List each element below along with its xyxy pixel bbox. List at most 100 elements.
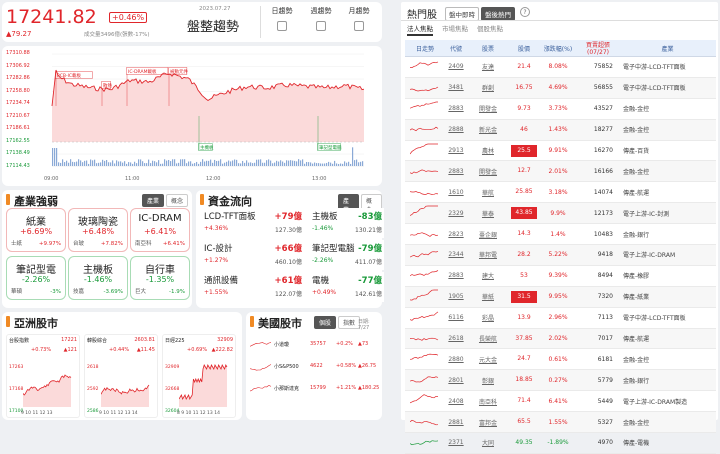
stock-industry: 金融-金控	[619, 160, 716, 183]
monthly-trend-button[interactable]: 月趨勢	[345, 6, 373, 31]
industry-tab[interactable]: 產業	[142, 194, 165, 207]
stock-code[interactable]: 1905	[445, 286, 467, 308]
fund-flow-item[interactable]: IC-設計 +66億 +1.27% 460.10億	[200, 240, 304, 270]
fund-pct: +1.27%	[204, 257, 229, 264]
table-row[interactable]: 2329 華泰 43.85 9.9% 12173 電子上游-IC-封測	[405, 202, 716, 225]
stock-code[interactable]: 2883	[445, 160, 467, 183]
industry-card[interactable]: IC-DRAM +6.41% 南亞科 +6.41%	[130, 208, 190, 252]
asia-market-chart[interactable]: 台股指數 17221 +0.73% ▲121 17263 17168 17100 9 10 1…	[6, 334, 80, 418]
asia-market-chart[interactable]: 韓股綜合 2603.81 +0.44% ▲11.45 2618 2592 2586 9 10 …	[84, 334, 158, 418]
us-market-row[interactable]: 小那斯達克 15799 +1.21% ▲180.25	[250, 380, 379, 398]
stock-name[interactable]: 彩晶	[467, 307, 509, 329]
stock-name[interactable]: 南亞科	[467, 390, 509, 413]
stock-code[interactable]: 2344	[445, 244, 467, 266]
price-cell: 28.2	[509, 244, 539, 266]
stock-code[interactable]: 2409	[445, 56, 467, 78]
stock-code[interactable]: 2883	[445, 265, 467, 287]
intraday-tab[interactable]: 盤中即時	[445, 7, 479, 21]
stock-code[interactable]: 1610	[445, 181, 467, 204]
stock-code[interactable]: 2888	[445, 119, 467, 141]
col-daily-trend[interactable]: 日走勢	[405, 40, 445, 57]
fund-flow-item[interactable]: LCD-TFT面板 +79億 +4.36% 127.30億	[200, 208, 304, 238]
table-row[interactable]: 2913 農林 25.5 9.91% 16270 傳產-百貨	[405, 140, 716, 162]
table-row[interactable]: 2823 臺企銀 14.3 1.4% 10483 金融-銀行	[405, 223, 716, 246]
table-row[interactable]: 2880 元大金 24.7 0.61% 6181 金融-金控	[405, 348, 716, 371]
table-row[interactable]: 2883 建大 53 9.39% 8494 傳產-橡膠	[405, 265, 716, 287]
stock-code[interactable]: 2883	[445, 98, 467, 120]
stock-code[interactable]: 2880	[445, 348, 467, 371]
stock-code[interactable]: 2801	[445, 369, 467, 392]
fund-flow-item[interactable]: 電機 -77億 +0.49% 142.61億	[308, 272, 384, 302]
stock-name[interactable]: 長榮航	[467, 328, 509, 350]
stock-name[interactable]: 開發金	[467, 160, 509, 183]
table-row[interactable]: 1610 華航 25.85 3.18% 14074 傳產-航運	[405, 181, 716, 204]
us-market-row[interactable]: 小S&P500 4622 +0.58% ▲26.75	[250, 358, 378, 376]
stock-tab[interactable]: 個股	[314, 316, 337, 329]
table-row[interactable]: 2883 開發金 12.7 2.01% 16166 金融-金控	[405, 160, 716, 183]
stock-name[interactable]: 建大	[467, 265, 509, 287]
industry-card[interactable]: 自行車 -1.35% 巨大 -1.9%	[130, 256, 190, 300]
institutional-focus-tab[interactable]: 法人焦點	[407, 23, 433, 36]
us-market-row[interactable]: 小道瓊 35757 +0.2% ▲73	[250, 336, 378, 354]
help-icon[interactable]: ?	[520, 7, 530, 17]
stock-code[interactable]: 2408	[445, 390, 467, 413]
table-row[interactable]: 2618 長榮航 37.85 2.02% 7017 傳產-航運	[405, 328, 716, 350]
table-row[interactable]: 2408 南亞科 71.4 6.41% 5449 電子上游-IC-DRAM製造	[405, 390, 716, 413]
col-change-pct[interactable]: 漲跌幅(%)	[539, 40, 577, 57]
col-price[interactable]: 股價	[509, 40, 539, 57]
industry-card[interactable]: 主機板 -1.46% 技嘉 -3.69%	[68, 256, 128, 300]
stock-name[interactable]: 華航	[467, 181, 509, 204]
index-tab[interactable]: 指數	[338, 316, 361, 329]
daily-trend-button[interactable]: 日趨勢	[268, 6, 296, 31]
concept-tab[interactable]: 概念	[166, 194, 189, 207]
fund-flow-item[interactable]: 主機板 -83億 -1.46% 130.21億	[308, 208, 384, 238]
fund-flow-item[interactable]: 通訊設備 +61億 +1.55% 122.07億	[200, 272, 304, 302]
fund-flow-item[interactable]: 筆記型電腦 -79億 -2.26% 411.07億	[308, 240, 384, 270]
stock-code[interactable]: 2329	[445, 202, 467, 225]
table-row[interactable]: 2371 大同 49.35 -1.89% 4970 傳產-電機	[405, 432, 716, 454]
asia-market-chart[interactable]: 日經225 32909 +0.69% ▲222.82 32909 32668 32604 8 …	[162, 334, 236, 418]
table-row[interactable]: 2888 新光金 46 1.43% 18277 金融-金控	[405, 119, 716, 141]
stock-code[interactable]: 6116	[445, 307, 467, 329]
industry-card[interactable]: 筆記型電 -2.26% 華碩 -3%	[6, 256, 66, 300]
weekly-trend-button[interactable]: 週趨勢	[307, 6, 335, 31]
table-row[interactable]: 2801 彰銀 18.85 0.27% 5779 金融-銀行	[405, 369, 716, 392]
stock-name[interactable]: 大同	[467, 432, 509, 454]
stock-code[interactable]: 3481	[445, 77, 467, 99]
stock-name[interactable]: 華泰	[467, 202, 509, 225]
table-row[interactable]: 2881 富邦金 65.5 1.55% 5327 金融-金控	[405, 411, 716, 434]
stock-name[interactable]: 友達	[467, 56, 509, 78]
stock-name[interactable]: 華邦電	[467, 244, 509, 266]
after-hours-tab[interactable]: 盤後熱門	[481, 7, 515, 21]
stock-name[interactable]: 臺企銀	[467, 223, 509, 246]
stock-name[interactable]: 新光金	[467, 119, 509, 141]
stock-code[interactable]: 2618	[445, 328, 467, 350]
stock-name[interactable]: 開發金	[467, 98, 509, 120]
stock-code[interactable]: 2371	[445, 432, 467, 454]
stock-name[interactable]: 富邦金	[467, 411, 509, 434]
table-row[interactable]: 1905 華紙 31.5 9.95% 7320 傳產-紙業	[405, 286, 716, 308]
stock-name[interactable]: 彰銀	[467, 369, 509, 392]
stock-name[interactable]: 華紙	[467, 286, 509, 308]
table-row[interactable]: 2409 友達 21.4 8.08% 75852 電子中游-LCD-TFT面板	[405, 56, 716, 78]
col-industry[interactable]: 產業	[619, 40, 716, 57]
table-row[interactable]: 3481 群創 16.75 4.69% 56855 電子中游-LCD-TFT面板	[405, 77, 716, 99]
stock-name[interactable]: 農林	[467, 140, 509, 162]
stock-code[interactable]: 2881	[445, 411, 467, 434]
col-code[interactable]: 代號	[445, 40, 467, 57]
stock-code[interactable]: 2823	[445, 223, 467, 246]
table-row[interactable]: 6116 彩晶 13.9 2.96% 7113 電子中游-LCD-TFT面板	[405, 307, 716, 329]
table-row[interactable]: 2344 華邦電 28.2 5.22% 9418 電子上游-IC-DRAM	[405, 244, 716, 266]
stock-code[interactable]: 2913	[445, 140, 467, 162]
industry-card[interactable]: 紙業 +6.69% 士紙 +9.97%	[6, 208, 66, 252]
industry-card[interactable]: 玻璃陶瓷 +6.48% 台玻 +7.82%	[68, 208, 128, 252]
col-stock[interactable]: 股票	[467, 40, 509, 57]
stock-change-pct: 2.02%	[539, 328, 577, 350]
stock-focus-tab[interactable]: 個股焦點	[477, 23, 503, 36]
market-focus-tab[interactable]: 市場焦點	[442, 23, 468, 36]
intraday-chart[interactable]: PCB-IC載板散熱 IC-DRAM載板 被動元件主機板 筆記型電腦	[2, 46, 382, 186]
col-net-volume[interactable]: 買賣超張(07/27)	[577, 40, 619, 57]
stock-name[interactable]: 元大金	[467, 348, 509, 371]
stock-name[interactable]: 群創	[467, 77, 509, 99]
table-row[interactable]: 2883 開發金 9.73 3.73% 43527 金融-金控	[405, 98, 716, 120]
